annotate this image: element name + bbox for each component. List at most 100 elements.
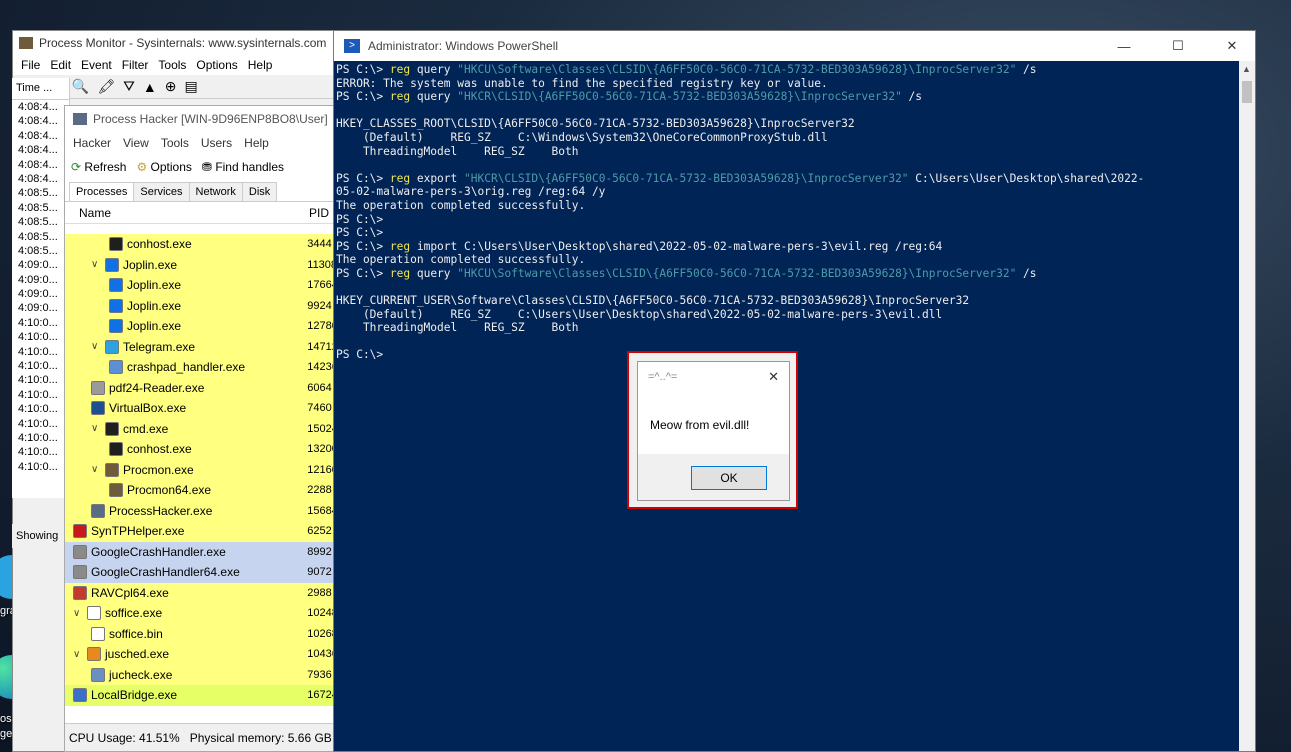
ph-menu-users[interactable]: Users xyxy=(201,136,232,150)
process-row[interactable]: GoogleCrashHandler.exe 8992 xyxy=(65,541,341,562)
scroll-up-icon[interactable]: ▲ xyxy=(1242,64,1251,74)
process-row[interactable]: VirtualBox.exe 7460 xyxy=(65,398,341,419)
procmon-event-list[interactable]: Time ... 4:08:4... 4:08:4... 4:08:4... 4:08… xyxy=(12,78,70,498)
procmon-menu-filter[interactable]: Filter xyxy=(122,58,149,72)
jump-icon[interactable]: ▲ xyxy=(143,79,157,95)
registry-icon[interactable]: ▤ xyxy=(184,78,197,95)
tab-services[interactable]: Services xyxy=(133,182,190,201)
procmon-time-cell[interactable]: 4:08:4... xyxy=(12,172,69,186)
procmon-time-cell[interactable]: 4:10:0... xyxy=(12,345,69,359)
ok-button[interactable]: OK xyxy=(691,466,767,490)
procmon-time-cell[interactable]: 4:08:4... xyxy=(12,158,69,172)
ph-process-list[interactable]: conhost.exe 3444 ∨ Joplin.exe 11308 Joplin.ex… xyxy=(65,234,341,706)
maximize-icon[interactable]: ☐ xyxy=(1155,38,1201,54)
procmon-menu-file[interactable]: File xyxy=(21,58,40,72)
process-hacker-window[interactable]: Process Hacker [WIN-9D96ENP8BO8\User] Ha… xyxy=(64,105,342,752)
process-row[interactable]: ∨ soffice.exe 10248 xyxy=(65,603,341,624)
process-row[interactable]: ∨ jusched.exe 10436 xyxy=(65,644,341,665)
message-box-close-icon[interactable]: ✕ xyxy=(768,369,779,385)
process-row[interactable]: soffice.bin 10268 xyxy=(65,623,341,644)
process-row[interactable]: conhost.exe 13200 xyxy=(65,439,341,460)
procmon-time-cell[interactable]: 4:10:0... xyxy=(12,460,69,474)
procmon-time-cell[interactable]: 4:10:0... xyxy=(12,316,69,330)
target-icon[interactable]: ⊕ xyxy=(165,78,177,95)
ph-menu-help[interactable]: Help xyxy=(244,136,269,150)
process-row[interactable]: LocalBridge.exe 16724 xyxy=(65,685,341,706)
process-row[interactable]: ∨ Joplin.exe 11308 xyxy=(65,254,341,275)
process-row[interactable]: SynTPHelper.exe 6252 xyxy=(65,521,341,542)
procmon-time-cell[interactable]: 4:10:0... xyxy=(12,388,69,402)
process-row[interactable]: pdf24-Reader.exe 6064 xyxy=(65,377,341,398)
chevron-down-icon[interactable]: ∨ xyxy=(91,341,101,352)
filter-icon[interactable]: ⛛ xyxy=(123,78,135,95)
chevron-down-icon[interactable]: ∨ xyxy=(91,259,101,270)
procmon-time-cell[interactable]: 4:08:5... xyxy=(12,215,69,229)
ph-options-button[interactable]: ⚙ Options xyxy=(136,160,191,174)
process-row[interactable]: ∨ Telegram.exe 14712 xyxy=(65,336,341,357)
procmon-time-cell[interactable]: 4:08:4... xyxy=(12,100,69,114)
chevron-down-icon[interactable]: ∨ xyxy=(73,649,83,660)
procmon-time-cell[interactable]: 4:09:0... xyxy=(12,301,69,315)
process-row[interactable]: RAVCpl64.exe 2988 xyxy=(65,582,341,603)
procmon-menu-event[interactable]: Event xyxy=(81,58,112,72)
procmon-time-cell[interactable]: 4:10:0... xyxy=(12,445,69,459)
process-row[interactable]: Joplin.exe 12780 xyxy=(65,316,341,337)
tab-disk[interactable]: Disk xyxy=(241,182,278,201)
procmon-time-cell[interactable]: 4:09:0... xyxy=(12,287,69,301)
message-box[interactable]: =^..^= ✕ Meow from evil.dll! OK xyxy=(637,361,790,501)
chevron-down-icon[interactable]: ∨ xyxy=(91,464,101,475)
procmon-time-cell[interactable]: 4:09:0... xyxy=(12,273,69,287)
close-icon[interactable]: ✕ xyxy=(1209,38,1255,54)
find-icon[interactable]: 🔍 xyxy=(72,78,89,95)
ph-menu-tools[interactable]: Tools xyxy=(161,136,189,150)
process-row[interactable]: Procmon64.exe 2288 xyxy=(65,480,341,501)
tab-network[interactable]: Network xyxy=(188,182,243,201)
procmon-time-cell[interactable]: 4:10:0... xyxy=(12,359,69,373)
process-row[interactable]: crashpad_handler.exe 14236 xyxy=(65,357,341,378)
ph-col-name[interactable]: Name xyxy=(65,206,309,220)
ph-menu-view[interactable]: View xyxy=(123,136,149,150)
procmon-time-cell[interactable]: 4:08:4... xyxy=(12,129,69,143)
ps-scroll-thumb[interactable] xyxy=(1242,81,1252,103)
process-row[interactable]: conhost.exe 3444 xyxy=(65,234,341,255)
procmon-menu-tools[interactable]: Tools xyxy=(158,58,186,72)
procmon-time-cell[interactable]: 4:08:5... xyxy=(12,201,69,215)
procmon-time-cell[interactable]: 4:10:0... xyxy=(12,402,69,416)
ps-scrollbar[interactable]: ▲ xyxy=(1239,61,1255,751)
procmon-time-cell[interactable]: 4:09:0... xyxy=(12,258,69,272)
process-row[interactable]: ∨ cmd.exe 15024 xyxy=(65,418,341,439)
chevron-down-icon[interactable]: ∨ xyxy=(73,608,83,619)
process-row[interactable]: ProcessHacker.exe 15684 xyxy=(65,500,341,521)
ps-titlebar[interactable]: > Administrator: Windows PowerShell — ☐ … xyxy=(334,31,1255,61)
tab-processes[interactable]: Processes xyxy=(69,182,135,201)
procmon-menu-options[interactable]: Options xyxy=(196,58,237,72)
process-row[interactable]: Joplin.exe 9924 xyxy=(65,295,341,316)
process-row[interactable]: GoogleCrashHandler64.exe 9072 xyxy=(65,562,341,583)
procmon-time-cell[interactable]: 4:08:4... xyxy=(12,114,69,128)
highlight-icon[interactable]: 🖍 xyxy=(97,78,115,95)
message-box-titlebar[interactable]: =^..^= ✕ xyxy=(638,362,789,392)
process-row[interactable]: jucheck.exe 7936 xyxy=(65,664,341,685)
ph-menu-hacker[interactable]: Hacker xyxy=(73,136,111,150)
procmon-time-cell[interactable]: 4:08:4... xyxy=(12,143,69,157)
process-row[interactable]: ∨ Procmon.exe 12160 xyxy=(65,459,341,480)
procmon-time-cell[interactable]: 4:08:5... xyxy=(12,244,69,258)
procmon-time-cell[interactable]: 4:10:0... xyxy=(12,373,69,387)
procmon-menu-edit[interactable]: Edit xyxy=(50,58,71,72)
procmon-time-cell[interactable]: 4:10:0... xyxy=(12,417,69,431)
process-row[interactable]: Joplin.exe 17664 xyxy=(65,275,341,296)
procmon-time-cell[interactable]: 4:08:5... xyxy=(12,230,69,244)
ph-titlebar[interactable]: Process Hacker [WIN-9D96ENP8BO8\User] xyxy=(65,106,341,132)
procmon-time-header[interactable]: Time ... xyxy=(12,78,69,100)
ph-col-pid[interactable]: PID xyxy=(309,206,329,220)
procmon-time-cell[interactable]: 4:10:0... xyxy=(12,431,69,445)
minimize-icon[interactable]: — xyxy=(1101,39,1147,54)
ph-refresh-button[interactable]: ⟳ Refresh xyxy=(71,160,126,174)
ph-find-handles-button[interactable]: ⛃ Find handles xyxy=(202,160,284,174)
chevron-down-icon[interactable]: ∨ xyxy=(91,423,101,434)
procmon-time-cell[interactable]: 4:10:0... xyxy=(12,330,69,344)
procmon-time-cell[interactable]: 4:08:5... xyxy=(12,186,69,200)
procmon-titlebar[interactable]: Process Monitor - Sysinternals: www.sysi… xyxy=(13,31,341,55)
procmon-menu-help[interactable]: Help xyxy=(248,58,273,72)
